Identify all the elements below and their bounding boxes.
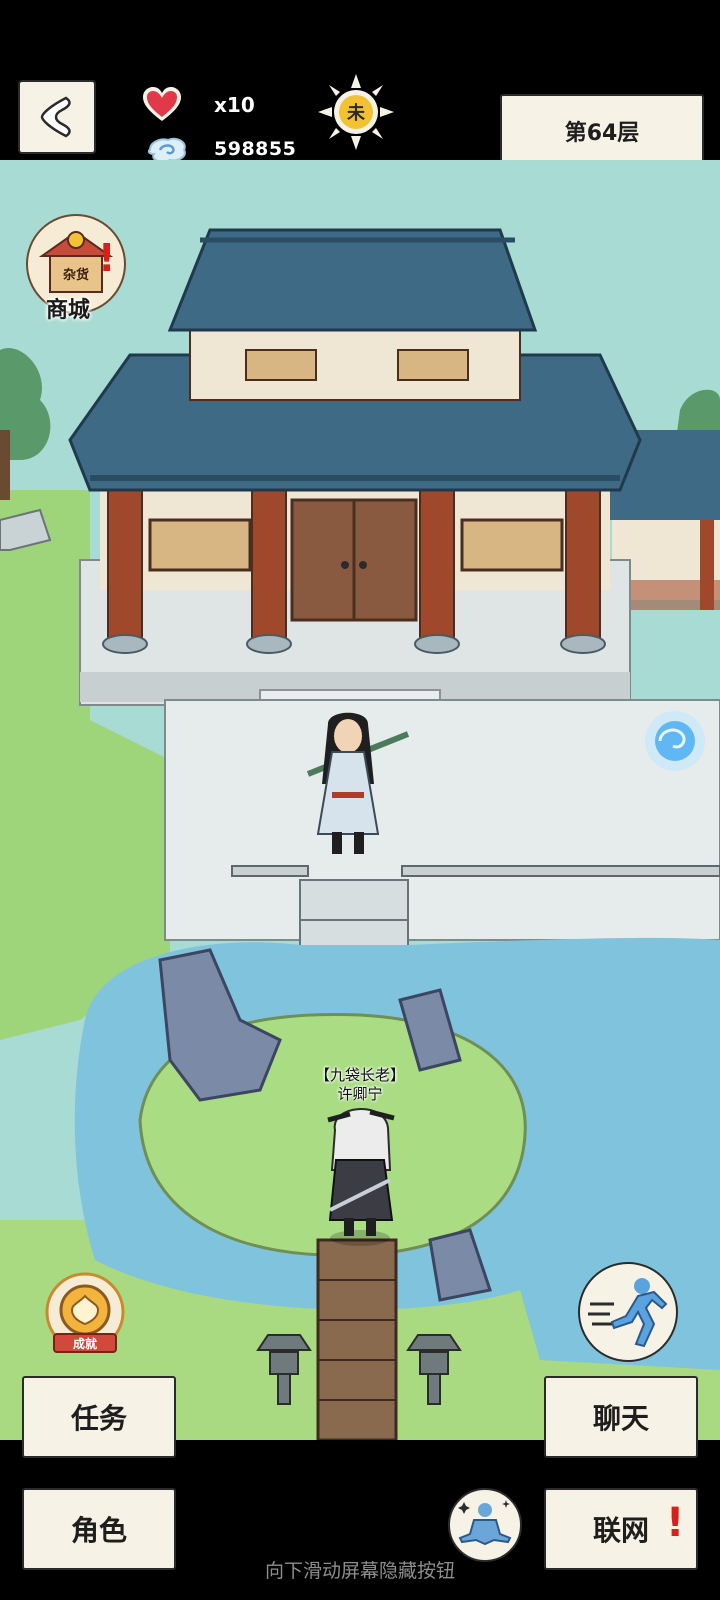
hide-buttons-hint: 向下滑动屏幕隐藏按钮 bbox=[264, 1560, 455, 1582]
npc-nameplate: 【九袋长老】 许卿宁 bbox=[290, 1066, 430, 1104]
network-alert-icon: ! bbox=[666, 1500, 685, 1546]
back-button[interactable] bbox=[18, 80, 96, 154]
achievement-button[interactable]: 成就 bbox=[40, 1270, 130, 1360]
meditate-button[interactable] bbox=[448, 1488, 522, 1562]
chat-button[interactable]: 聊天 bbox=[544, 1376, 698, 1458]
player-character[interactable] bbox=[310, 1100, 410, 1250]
meditate-icon bbox=[458, 1500, 512, 1546]
heart-icon bbox=[143, 87, 181, 121]
sun-icon[interactable]: 未 bbox=[318, 74, 394, 150]
floor-indicator[interactable]: 第64层 bbox=[500, 94, 704, 168]
shop-label: 商城 bbox=[46, 298, 91, 323]
auto-run-button[interactable] bbox=[578, 1262, 678, 1362]
currency-amount: 598855 bbox=[214, 138, 297, 160]
shop-sign: 杂货 bbox=[63, 267, 89, 283]
top-hud: x10 598855 未 第64层 bbox=[0, 0, 720, 168]
shop-alert-icon: ! bbox=[98, 236, 116, 280]
portal-icon[interactable] bbox=[640, 706, 710, 776]
lives-count: x10 bbox=[214, 93, 255, 117]
achievement-label: 成就 bbox=[73, 1336, 97, 1351]
game-scene[interactable]: 【九袋长老】 许卿宁 杂货 ! 商城 成就 bbox=[0, 160, 720, 1440]
npc-title: 【九袋长老】 bbox=[314, 1066, 405, 1084]
achievement-icon: 成就 bbox=[45, 1272, 125, 1353]
npc-swordsman[interactable] bbox=[288, 704, 418, 864]
game-screen: x10 598855 未 第64层 【九袋长老】 许卿宁 杂货 ! 商城 成就 … bbox=[0, 0, 720, 1600]
time-glyph: 未 bbox=[347, 103, 366, 124]
back-arrow-icon bbox=[40, 96, 71, 138]
network-label: 联网 bbox=[592, 1514, 649, 1547]
task-button[interactable]: 任务 bbox=[22, 1376, 176, 1458]
run-icon bbox=[588, 1278, 668, 1348]
